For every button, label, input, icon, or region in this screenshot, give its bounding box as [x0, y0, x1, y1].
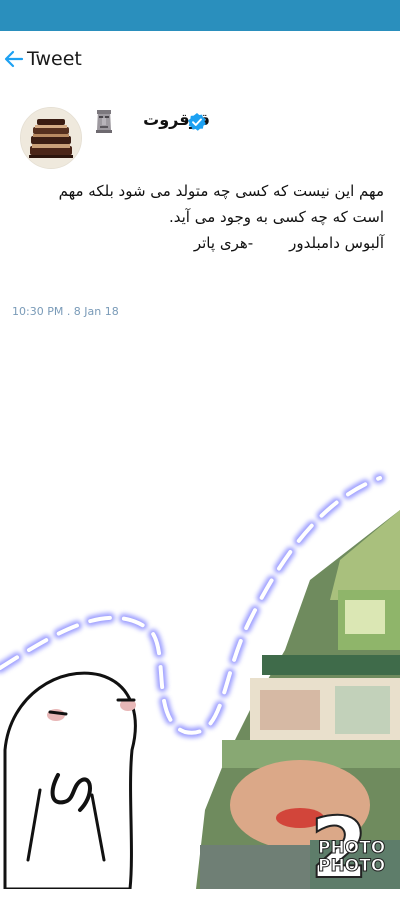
back-button[interactable]: Tweet — [4, 48, 82, 70]
avatar-image — [21, 108, 81, 168]
watermark-text: PHOTO — [317, 856, 386, 877]
tweet-timestamp: 10:30 PM . 8 Jan 18 — [12, 305, 119, 318]
avatar[interactable] — [20, 107, 82, 169]
nav-bar: Tweet — [0, 40, 400, 80]
tweet-line: است که چه کسی به وجود می آید. — [168, 208, 384, 226]
tweet-line: مهم این نیست که کسی چه متولد می شود بلکه… — [58, 182, 384, 200]
watermark-text: PHOTO — [317, 838, 386, 859]
moai-emoji-icon — [96, 110, 112, 133]
status-bar — [0, 0, 400, 31]
quote-author: آلبوس دامبلدور — [289, 234, 384, 252]
quote-signature: آلبوس دامبلدور -هری پاتر — [14, 230, 384, 256]
quote-source: -هری پاتر — [193, 234, 254, 252]
arrow-left-icon — [4, 50, 24, 68]
page-title: Tweet — [27, 48, 82, 70]
watermark-logo: 2 PHOTO PHOTO — [309, 805, 398, 891]
tweet-text: مهم این نیست که کسی چه متولد می شود بلکه… — [14, 178, 384, 256]
verified-badge-icon — [188, 113, 206, 131]
